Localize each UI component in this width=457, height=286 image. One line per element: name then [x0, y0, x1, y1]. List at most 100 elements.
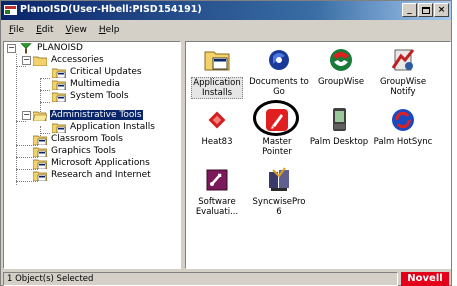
app-folder-icon	[52, 92, 66, 102]
icon-palm-desktop[interactable]: Palm Desktop	[308, 106, 370, 147]
menu-bar: File Edit View Help	[1, 21, 451, 38]
icon-label-line1: GroupWise	[317, 77, 365, 87]
icon-label-line1: Application	[193, 78, 241, 88]
icon-label-line2: Evaluati...	[195, 207, 239, 217]
menu-help[interactable]: Help	[99, 25, 120, 35]
icon-label-line1: Palm Desktop	[309, 137, 369, 147]
software-evaluation-icon	[206, 169, 228, 191]
highlight-circle	[253, 100, 299, 136]
icon-label-line1: SyncwisePro 6	[252, 197, 306, 217]
tree-collapse-root[interactable]: −	[7, 44, 16, 53]
tree-item-label: Accessories	[51, 55, 104, 65]
tree-item-accessories[interactable]: Accessories	[33, 54, 105, 66]
groupwise-notify-icon	[391, 49, 415, 71]
tree-item-administrative-tools[interactable]: Administrative Tools	[33, 109, 143, 121]
title-bar[interactable]: PlanoISD(User-Hbell:PISD154191) _ ×	[1, 1, 451, 20]
minimize-icon: _	[407, 4, 412, 15]
tree-item-label: Application Installs	[70, 122, 155, 132]
app-folder-icon	[52, 123, 66, 133]
icon-label: Heat83	[201, 137, 234, 147]
app-folder-icon	[33, 135, 47, 145]
icon-label: Palm HotSync	[373, 137, 434, 147]
status-bar: 1 Object(s) Selected Novell	[1, 272, 451, 286]
tree-item-label: Microsoft Applications	[51, 158, 150, 168]
menu-view[interactable]: View	[66, 25, 87, 35]
tree-root[interactable]: PLANOISD	[19, 42, 84, 54]
tree-view[interactable]: − PLANOISD − Accessories Critical Update…	[3, 41, 181, 269]
tree-item-label: System Tools	[70, 91, 129, 101]
app-folder-icon	[33, 171, 47, 181]
app-folder-icon	[33, 159, 47, 169]
tree-item-multimedia[interactable]: Multimedia	[52, 78, 121, 90]
minimize-button[interactable]: _	[402, 3, 417, 17]
heat83-icon	[208, 111, 226, 129]
icon-label: Software Evaluati...	[195, 197, 239, 217]
icon-label-line2: Notify	[390, 87, 416, 97]
menu-help-hotkey: H	[98, 24, 106, 35]
icon-label-line1: Master Pointer	[262, 137, 292, 157]
status-text: 1 Object(s) Selected	[3, 272, 398, 286]
icon-groupwise[interactable]: GroupWise	[310, 46, 372, 87]
tree-item-label: Graphics Tools	[51, 146, 116, 156]
menu-file[interactable]: File	[9, 25, 24, 35]
menu-edit[interactable]: Edit	[36, 25, 53, 35]
icon-label: Palm Desktop	[309, 137, 369, 147]
icon-label-line1: Palm HotSync	[373, 137, 433, 147]
icon-syncwisepro[interactable]: SyncwisePro 6	[248, 166, 310, 217]
tree-item-application-installs[interactable]: Application Installs	[52, 121, 156, 133]
icon-view[interactable]: Application Installs Documents to Go Group…	[185, 41, 451, 269]
icon-software-evaluation[interactable]: Software Evaluati...	[186, 166, 248, 217]
icon-label: GroupWise	[317, 77, 365, 87]
tree-collapse-accessories[interactable]: −	[22, 56, 31, 65]
tree-item-critical-updates[interactable]: Critical Updates	[52, 66, 143, 78]
tree-collapse-administrative-tools[interactable]: −	[22, 111, 31, 120]
icon-label-line1: Heat83	[201, 137, 233, 147]
icon-label: GroupWise Notify	[379, 77, 427, 97]
icon-groupwise-notify[interactable]: GroupWise Notify	[372, 46, 434, 97]
app-window: PlanoISD(User-Hbell:PISD154191) _ × File…	[0, 0, 452, 286]
icon-heat83[interactable]: Heat83	[186, 106, 248, 147]
app-folder-icon	[52, 80, 66, 90]
icon-palm-hotsync[interactable]: Palm HotSync	[372, 106, 434, 147]
maximize-icon	[421, 6, 430, 14]
app-folder-icon	[52, 68, 66, 78]
folder-icon	[204, 51, 230, 71]
tree-item-system-tools[interactable]: System Tools	[52, 90, 130, 102]
icon-label-line1: Software	[198, 197, 236, 207]
icon-label: Application Installs	[191, 77, 243, 99]
menu-edit-label: dit	[41, 24, 54, 35]
icon-label: SyncwisePro 6	[248, 197, 310, 217]
novell-logo: Novell	[401, 272, 449, 286]
menu-view-label: iew	[71, 24, 87, 35]
application-window-icon	[4, 5, 17, 15]
tree-item-label: Research and Internet	[51, 170, 151, 180]
menu-file-label: ile	[13, 24, 25, 35]
menu-help-label: elp	[105, 24, 120, 35]
app-folder-icon	[33, 147, 47, 157]
tree-item-microsoft-applications[interactable]: Microsoft Applications	[33, 157, 151, 169]
folder-open-icon	[33, 111, 47, 121]
palm-hotsync-icon	[392, 109, 414, 131]
palm-desktop-icon	[333, 108, 346, 131]
tree-item-classroom-tools[interactable]: Classroom Tools	[33, 133, 124, 145]
icon-label: Documents to Go	[248, 77, 310, 97]
close-button[interactable]: ×	[434, 3, 449, 17]
icon-label-line2: Installs	[201, 88, 232, 98]
icon-label: Master Pointer	[246, 137, 308, 157]
tree-network-icon	[20, 43, 32, 54]
tree-item-research-and-internet[interactable]: Research and Internet	[33, 169, 152, 181]
tree-item-label: Administrative Tools	[50, 110, 143, 120]
folder-icon	[33, 56, 47, 66]
groupwise-icon	[330, 49, 352, 71]
window-title: PlanoISD(User-Hbell:PISD154191)	[20, 4, 202, 15]
syncwisepro-icon	[269, 167, 289, 191]
tree-item-label: Classroom Tools	[51, 134, 123, 144]
tree-item-label: Critical Updates	[70, 67, 142, 77]
icon-documents-to-go[interactable]: Documents to Go	[248, 46, 310, 97]
tree-item-graphics-tools[interactable]: Graphics Tools	[33, 145, 117, 157]
tree-item-label: Multimedia	[70, 79, 121, 89]
icon-label-line1: Documents to	[249, 77, 309, 87]
maximize-button[interactable]	[418, 3, 433, 17]
icon-label-line1: GroupWise	[379, 77, 427, 87]
icon-application-installs[interactable]: Application Installs	[186, 46, 248, 99]
